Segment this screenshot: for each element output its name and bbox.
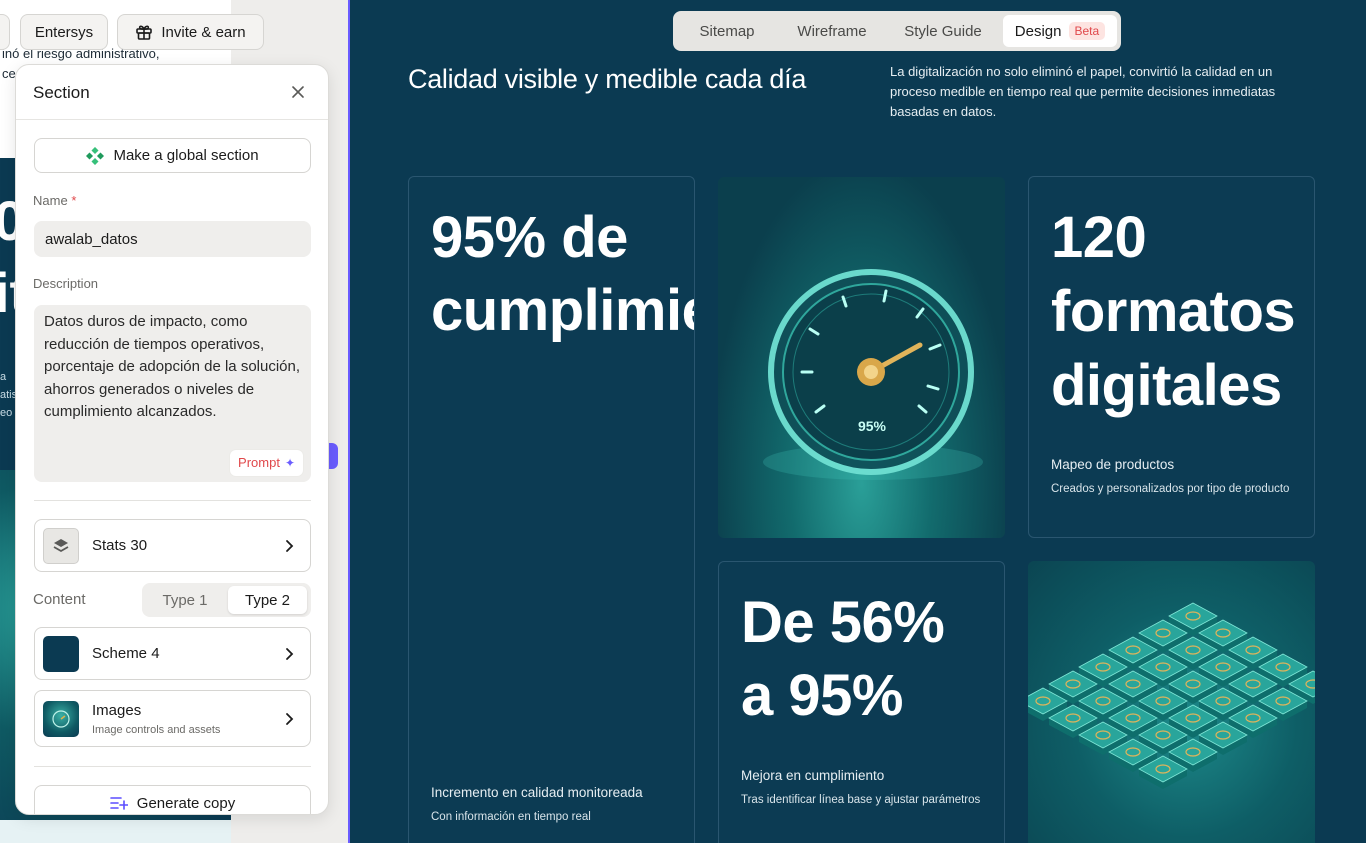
background-preview-footer xyxy=(0,820,231,843)
description-text: Datos duros de impacto, como reducción d… xyxy=(44,313,301,421)
prompt-button[interactable]: Prompt ✦ xyxy=(230,450,303,476)
images-label: Images xyxy=(92,702,142,719)
chevron-right-icon xyxy=(286,539,294,552)
stat-label: Mapeo de productos xyxy=(1051,457,1175,472)
sparkle-icon: ✦ xyxy=(284,455,295,470)
content-type-1-option[interactable]: Type 1 xyxy=(146,586,224,614)
description-textarea[interactable]: Datos duros de impacto, como reducción d… xyxy=(34,305,311,482)
layers-icon xyxy=(43,528,79,564)
tab-design-label: Design xyxy=(1014,22,1062,40)
stats-layout-row[interactable]: Stats 30 xyxy=(34,519,311,572)
stat-label: Mejora en cumplimiento xyxy=(741,768,885,783)
project-button[interactable]: Entersys xyxy=(20,14,108,50)
chevron-right-icon xyxy=(286,647,294,660)
isometric-tiles-illustration xyxy=(1028,602,1315,789)
generate-copy-icon xyxy=(109,797,128,810)
generate-copy-label: Generate copy xyxy=(136,794,236,812)
invite-earn-button[interactable]: Invite & earn xyxy=(117,14,264,50)
stat-description: Tras identificar línea base y ajustar pa… xyxy=(741,794,981,806)
scheme-label: Scheme 4 xyxy=(92,645,160,662)
section-panel: Section Make a global section Name * Des… xyxy=(15,64,329,815)
tab-design[interactable]: Design Beta xyxy=(1003,15,1117,47)
section-heading: Calidad visible y medible cada día xyxy=(408,64,807,94)
gift-icon xyxy=(135,23,153,41)
stat-value-overflow: cumplimie xyxy=(431,278,695,343)
stat-card: De 56% a 95% Mejora en cumplimiento Tras … xyxy=(718,561,1005,843)
images-row[interactable]: Images Image controls and assets xyxy=(34,690,311,747)
stat-value: De 56% a 95% xyxy=(741,590,945,728)
chevron-right-icon xyxy=(286,712,294,725)
stats-layout-label: Stats 30 xyxy=(92,537,148,554)
tab-style-guide[interactable]: Style Guide xyxy=(888,15,998,47)
gauge-readout: 95% xyxy=(858,418,887,434)
stat-label: Incremento en calidad monitoreada xyxy=(431,785,643,800)
design-preview: Sitemap Wireframe Style Guide Design Bet… xyxy=(350,0,1366,843)
tab-wireframe[interactable]: Wireframe xyxy=(783,15,881,47)
resize-handle[interactable] xyxy=(328,443,338,469)
tab-sitemap[interactable]: Sitemap xyxy=(681,15,773,47)
scheme-swatch xyxy=(43,636,79,672)
tiles-image xyxy=(1028,561,1315,843)
stat-card: 120 formatos digitales Mapeo de productos … xyxy=(1028,176,1315,538)
content-type-2-option[interactable]: Type 2 xyxy=(228,586,307,614)
images-thumbnail xyxy=(43,701,79,737)
background-preview-text-2: ce xyxy=(2,66,16,81)
divider xyxy=(34,766,311,767)
project-button-label: Entersys xyxy=(34,23,94,41)
stat-description: Creados y personalizados por tipo de pro… xyxy=(1051,483,1290,495)
stat-value: 95% de xyxy=(431,201,628,274)
stat-value-line: 95% de xyxy=(431,205,628,270)
make-global-section-label: Make a global section xyxy=(113,147,259,164)
content-label: Content xyxy=(33,591,86,608)
scheme-row[interactable]: Scheme 4 xyxy=(34,627,311,680)
panel-header: Section xyxy=(16,65,328,120)
stat-description: Con información en tiempo real xyxy=(431,811,591,823)
name-label-text: Name xyxy=(33,193,68,208)
panel-title: Section xyxy=(33,83,90,102)
content-type-toggle: Type 1 Type 2 xyxy=(142,583,311,617)
beta-badge: Beta xyxy=(1068,22,1106,40)
make-global-section-button[interactable]: Make a global section xyxy=(34,138,311,173)
name-field-label: Name * xyxy=(33,193,76,208)
speedometer-illustration: 95% xyxy=(763,269,983,480)
close-icon[interactable] xyxy=(290,84,306,100)
divider xyxy=(34,500,311,501)
images-sublabel: Image controls and assets xyxy=(92,724,221,736)
name-input[interactable] xyxy=(34,221,311,257)
view-tabs: Sitemap Wireframe Style Guide Design Bet… xyxy=(673,11,1121,51)
required-marker: * xyxy=(71,193,77,208)
description-field-label: Description xyxy=(33,276,99,291)
back-button[interactable] xyxy=(0,14,10,50)
global-section-icon xyxy=(86,146,105,165)
section-intro: La digitalización no solo eliminó el pap… xyxy=(890,64,1276,119)
invite-earn-label: Invite & earn xyxy=(161,23,246,41)
stat-card: 95% de cumplimie Incremento en calidad m… xyxy=(408,176,695,843)
generate-copy-button[interactable]: Generate copy xyxy=(34,785,311,814)
gauge-image: 95% xyxy=(718,177,1005,538)
stat-value: 120 formatos digitales xyxy=(1051,205,1296,418)
prompt-label: Prompt xyxy=(238,454,280,470)
